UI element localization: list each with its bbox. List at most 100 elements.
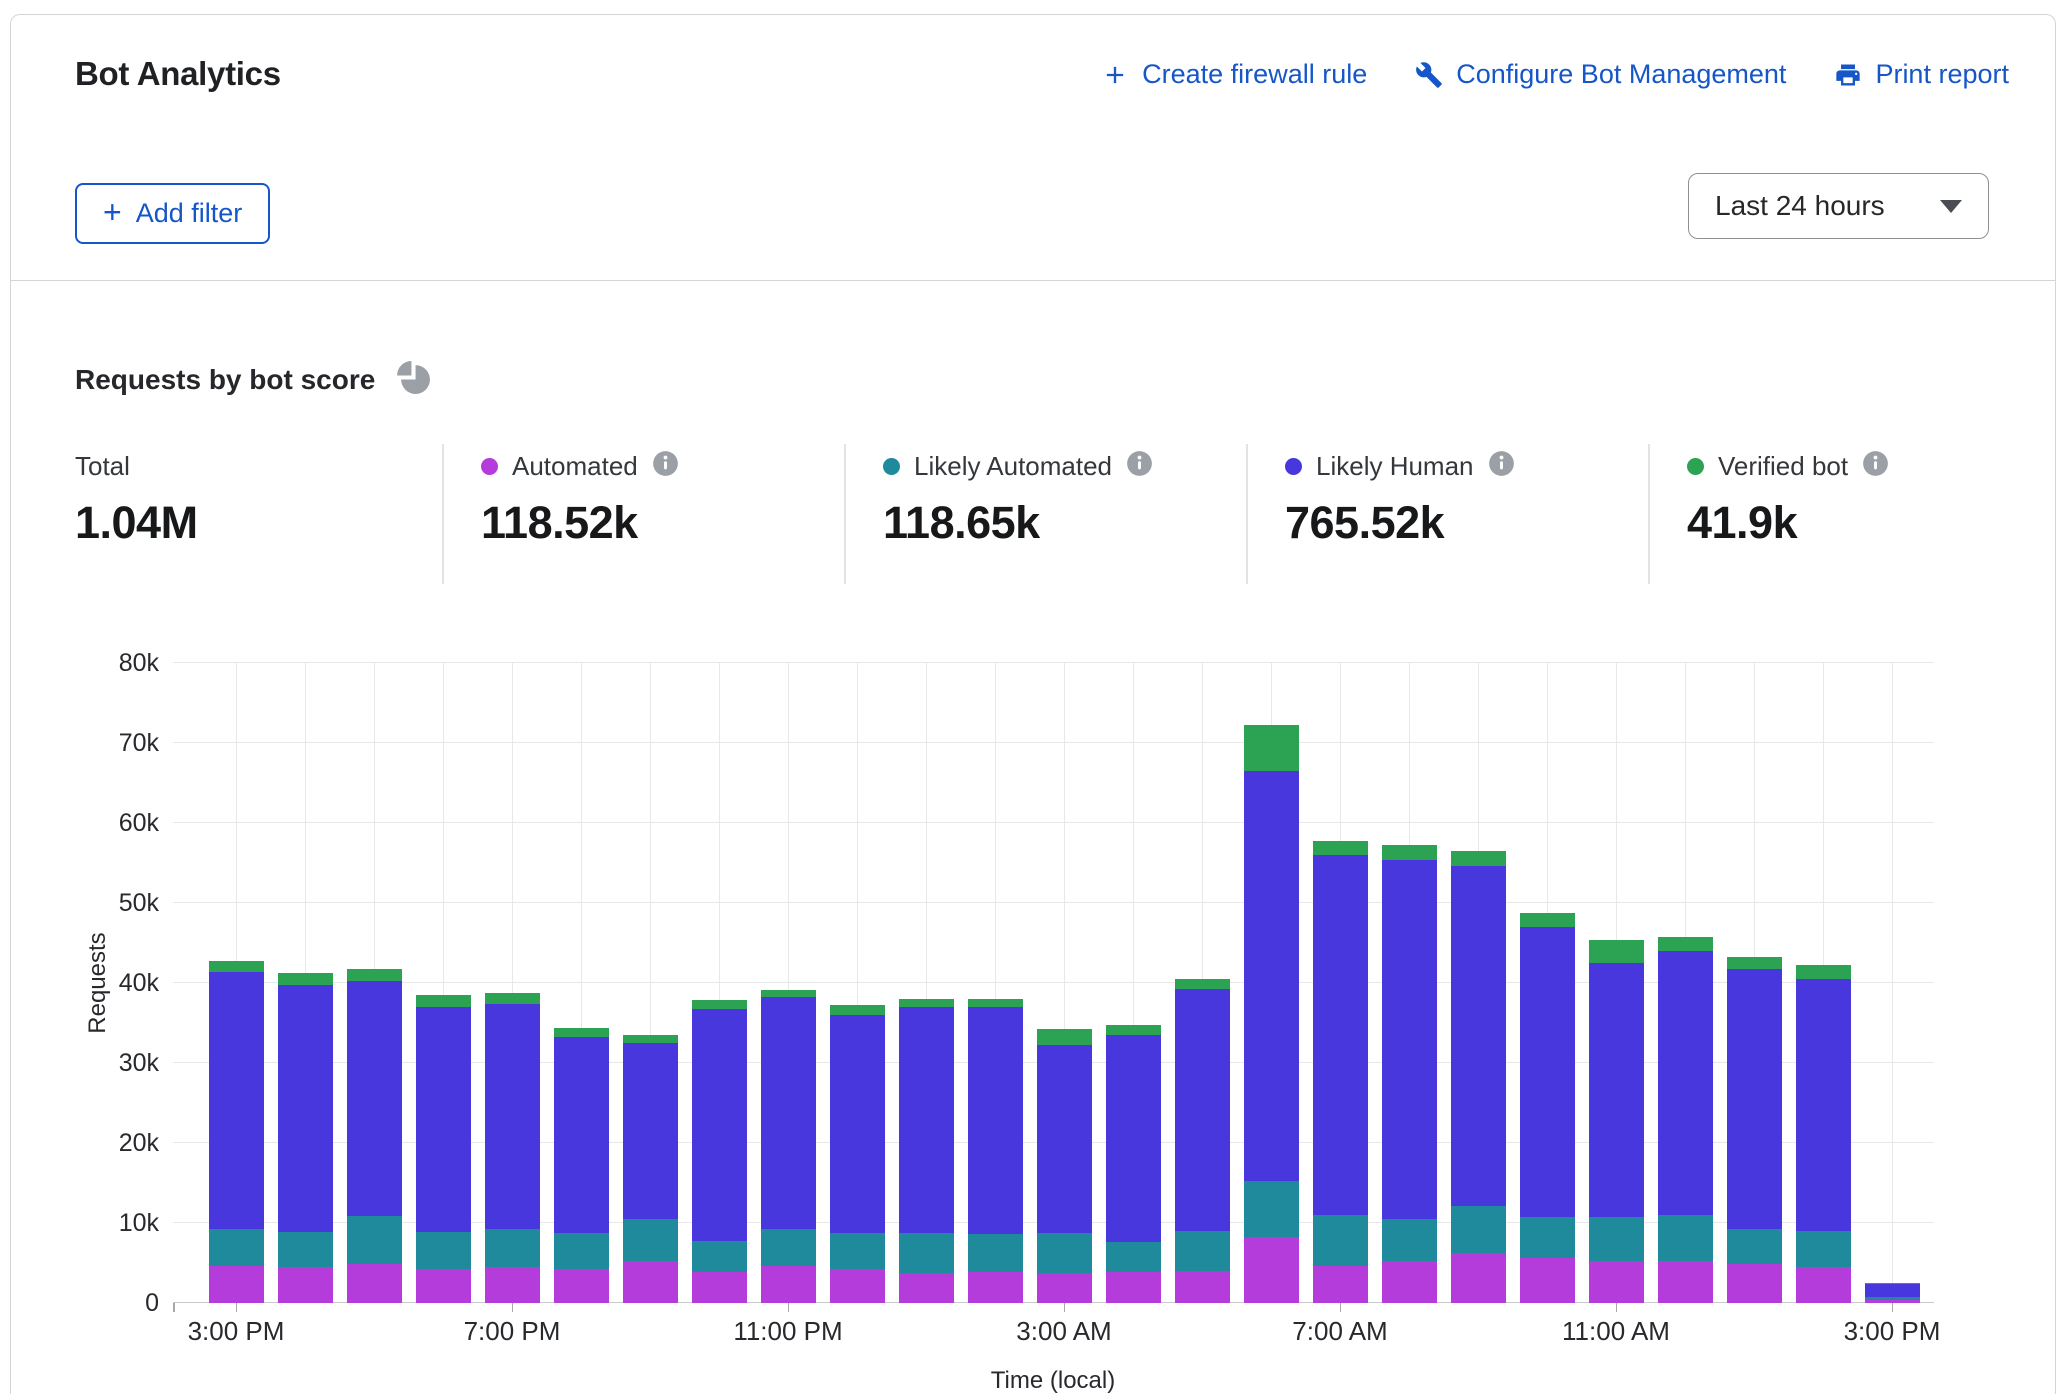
bar-segment-likely-human[interactable] [1451,866,1506,1206]
bar-segment-likely-automated[interactable] [1865,1297,1920,1299]
bar-segment-likely-human[interactable] [830,1015,885,1233]
bar-segment-verified-bot[interactable] [278,973,333,985]
bar-segment-likely-automated[interactable] [1796,1231,1851,1267]
bar-segment-verified-bot[interactable] [1106,1025,1161,1035]
bar-segment-automated[interactable] [692,1272,747,1303]
bar-segment-likely-human[interactable] [416,1007,471,1232]
bar-segment-likely-human[interactable] [1727,969,1782,1228]
bar-segment-verified-bot[interactable] [1796,965,1851,979]
bar-segment-likely-human[interactable] [1037,1045,1092,1234]
bar-segment-likely-human[interactable] [1520,927,1575,1217]
bar-segment-likely-human[interactable] [485,1004,540,1230]
bar-segment-automated[interactable] [416,1269,471,1303]
bar-segment-verified-bot[interactable] [623,1035,678,1043]
bar-segment-automated[interactable] [1313,1266,1368,1303]
bar-segment-likely-automated[interactable] [416,1232,471,1269]
bar-segment-likely-human[interactable] [1382,860,1437,1219]
bar-segment-likely-human[interactable] [554,1037,609,1234]
bar-segment-likely-automated[interactable] [761,1229,816,1267]
bar-segment-likely-automated[interactable] [1658,1215,1713,1261]
bar-segment-automated[interactable] [1796,1267,1851,1303]
bar-segment-automated[interactable] [1244,1237,1299,1303]
bar-segment-likely-automated[interactable] [623,1219,678,1261]
bar-segment-verified-bot[interactable] [1658,937,1713,951]
bar-segment-verified-bot[interactable] [485,993,540,1004]
bar-segment-likely-human[interactable] [623,1043,678,1219]
bar-segment-likely-human[interactable] [278,985,333,1232]
bar-segment-likely-automated[interactable] [209,1229,264,1266]
bar-segment-likely-human[interactable] [1589,963,1644,1217]
bar-segment-likely-human[interactable] [761,997,816,1228]
bar-segment-automated[interactable] [554,1269,609,1303]
bar-segment-likely-automated[interactable] [692,1241,747,1272]
bar-segment-verified-bot[interactable] [1520,913,1575,927]
bar-segment-likely-human[interactable] [1244,771,1299,1181]
bar-segment-likely-automated[interactable] [1451,1206,1506,1253]
bar-segment-verified-bot[interactable] [1244,725,1299,771]
bar-segment-likely-automated[interactable] [1589,1217,1644,1260]
bar-segment-likely-human[interactable] [1796,979,1851,1231]
bar-segment-verified-bot[interactable] [1382,845,1437,860]
bar-segment-automated[interactable] [1520,1258,1575,1303]
bar-segment-likely-automated[interactable] [1313,1215,1368,1266]
info-icon[interactable] [652,450,679,482]
bar-segment-verified-bot[interactable] [899,999,954,1007]
bar-segment-likely-automated[interactable] [485,1229,540,1267]
bar-segment-automated[interactable] [899,1273,954,1303]
bar-segment-automated[interactable] [1382,1261,1437,1303]
bar-segment-likely-automated[interactable] [830,1233,885,1269]
bar-segment-automated[interactable] [830,1269,885,1303]
bar-segment-likely-human[interactable] [899,1007,954,1233]
bar-segment-verified-bot[interactable] [347,969,402,982]
bar-segment-likely-human[interactable] [1865,1284,1920,1298]
bar-segment-likely-human[interactable] [1106,1035,1161,1242]
bar-segment-automated[interactable] [1727,1264,1782,1303]
bar-segment-automated[interactable] [623,1261,678,1303]
bar-segment-verified-bot[interactable] [1589,940,1644,963]
bar-segment-likely-automated[interactable] [899,1233,954,1273]
bar-segment-likely-automated[interactable] [1175,1231,1230,1271]
info-icon[interactable] [1862,450,1889,482]
bar-segment-likely-automated[interactable] [1727,1229,1782,1264]
info-icon[interactable] [1126,450,1153,482]
bar-segment-verified-bot[interactable] [209,961,264,971]
bar-segment-automated[interactable] [1106,1272,1161,1303]
bar-segment-likely-automated[interactable] [968,1234,1023,1272]
bar-segment-likely-human[interactable] [968,1007,1023,1234]
bar-segment-likely-automated[interactable] [278,1232,333,1267]
bar-segment-verified-bot[interactable] [761,990,816,997]
bar-segment-likely-automated[interactable] [1520,1217,1575,1258]
bar-segment-verified-bot[interactable] [416,995,471,1007]
bar-segment-verified-bot[interactable] [830,1005,885,1015]
bar-segment-likely-automated[interactable] [347,1216,402,1264]
bar-segment-likely-automated[interactable] [1382,1219,1437,1261]
bar-segment-likely-automated[interactable] [1037,1233,1092,1272]
bar-segment-likely-human[interactable] [1658,951,1713,1215]
bar-segment-likely-automated[interactable] [1244,1181,1299,1238]
bar-segment-automated[interactable] [1589,1261,1644,1303]
bar-segment-verified-bot[interactable] [1727,957,1782,970]
bar-segment-automated[interactable] [1037,1273,1092,1303]
bar-segment-verified-bot[interactable] [1451,851,1506,866]
bar-segment-automated[interactable] [347,1264,402,1303]
bar-segment-automated[interactable] [278,1267,333,1303]
bar-segment-likely-human[interactable] [692,1009,747,1241]
bar-segment-automated[interactable] [209,1266,264,1303]
bar-segment-verified-bot[interactable] [1313,841,1368,855]
bar-segment-verified-bot[interactable] [968,999,1023,1007]
bar-segment-automated[interactable] [1658,1261,1713,1303]
bar-segment-likely-human[interactable] [1175,989,1230,1231]
bar-segment-automated[interactable] [1451,1253,1506,1303]
bar-segment-verified-bot[interactable] [1037,1029,1092,1044]
bar-segment-likely-human[interactable] [347,981,402,1215]
bar-segment-likely-automated[interactable] [554,1233,609,1269]
bar-segment-likely-human[interactable] [1313,855,1368,1215]
info-icon[interactable] [1488,450,1515,482]
bar-segment-automated[interactable] [761,1266,816,1303]
bar-segment-verified-bot[interactable] [554,1028,609,1037]
bar-segment-verified-bot[interactable] [692,1000,747,1009]
bar-segment-automated[interactable] [968,1272,1023,1303]
bar-segment-verified-bot[interactable] [1175,979,1230,989]
bar-segment-automated[interactable] [1175,1271,1230,1303]
bar-segment-automated[interactable] [485,1267,540,1303]
